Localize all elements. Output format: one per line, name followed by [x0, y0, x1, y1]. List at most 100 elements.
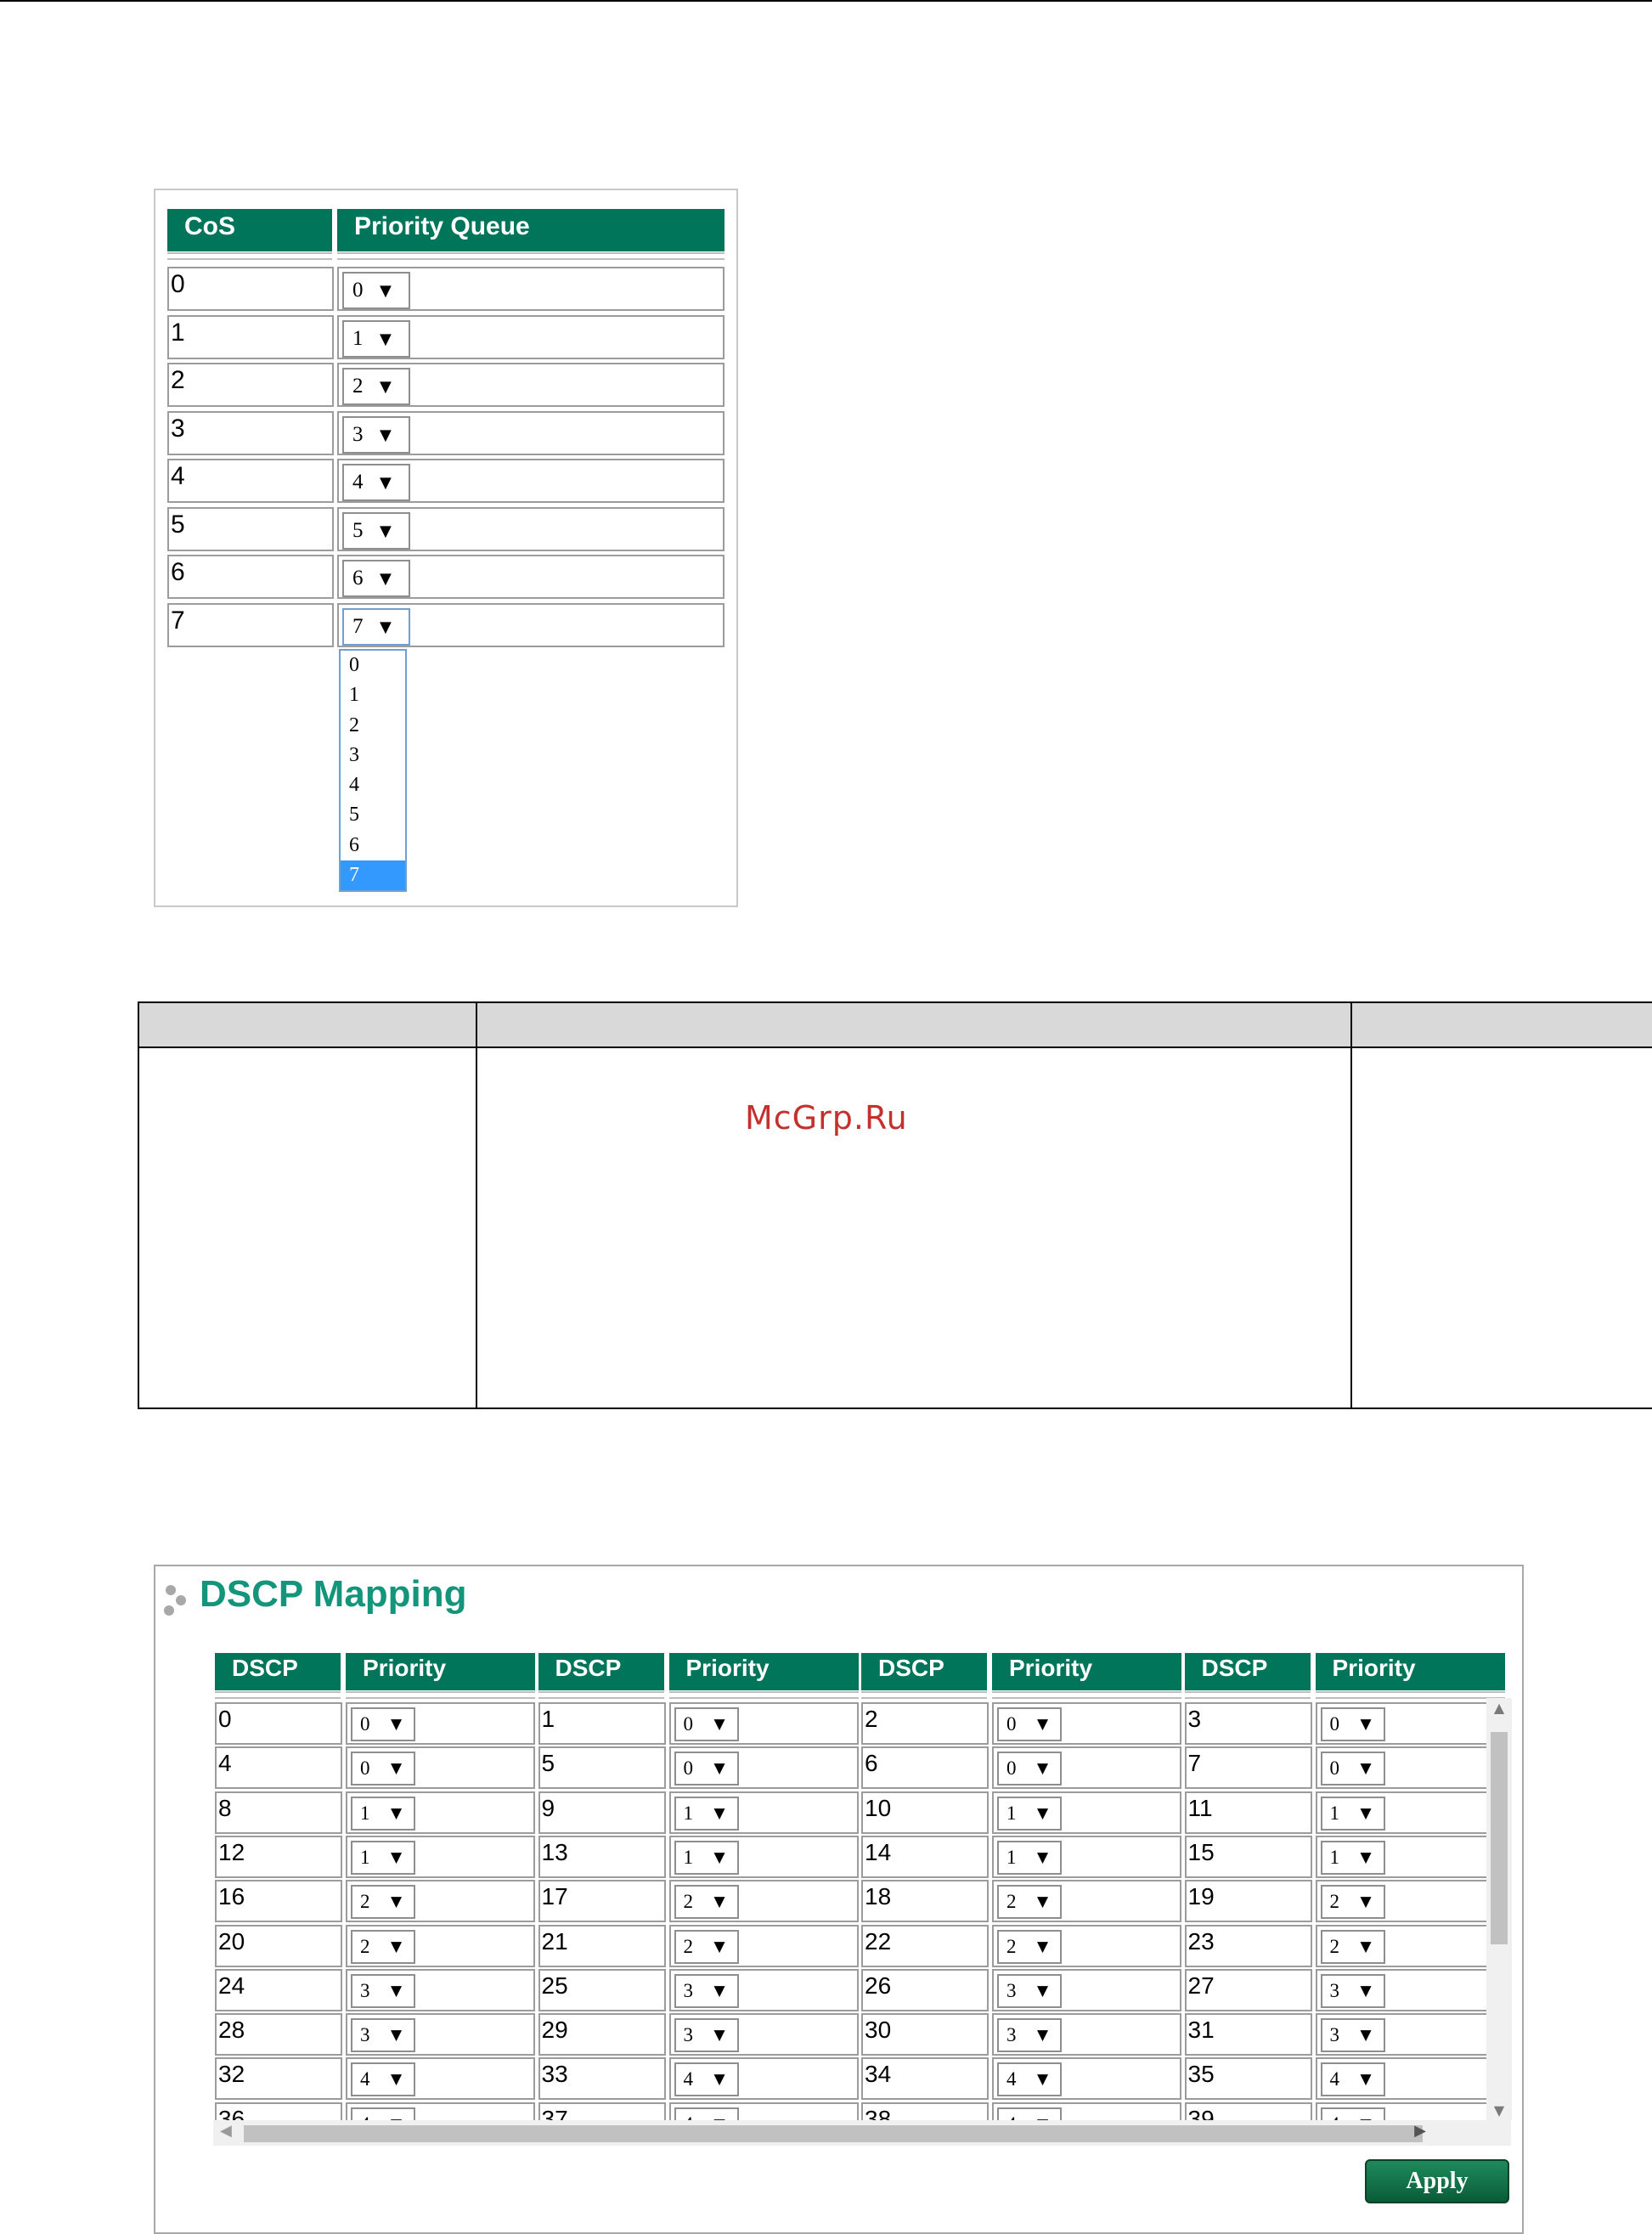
dscp-priority-select[interactable]: 0 ▼ [1320, 1707, 1385, 1741]
dropdown-option[interactable]: 7 [341, 860, 405, 891]
horizontal-scrollbar[interactable]: ◀ ▶ [213, 2120, 1511, 2146]
dscp-priority-select[interactable]: 0 ▼ [674, 1707, 739, 1741]
scroll-down-icon[interactable]: ▼ [1486, 2102, 1512, 2118]
column-header-dscp: DSCP [861, 1653, 987, 1699]
dscp-priority-select[interactable]: 2 ▼ [1320, 1929, 1385, 1964]
dscp-priority-select[interactable]: 1 ▼ [674, 1796, 739, 1831]
dscp-priority-select[interactable]: 1 ▼ [997, 1796, 1062, 1831]
dscp-priority-select[interactable]: 3 ▼ [997, 2018, 1062, 2053]
dscp-value-cell: 25 [538, 1968, 666, 2011]
dscp-priority-select[interactable]: 2 ▼ [997, 1885, 1062, 1920]
dropdown-option[interactable]: 3 [341, 741, 405, 770]
dscp-priority-select[interactable]: 2 ▼ [1320, 1885, 1385, 1920]
dscp-priority-select[interactable]: 2 ▼ [997, 1929, 1062, 1964]
dscp-priority-select[interactable]: 3 ▼ [674, 1973, 739, 2008]
horizontal-scroll-thumb[interactable] [244, 2125, 1423, 2142]
select-value: 0 [683, 1757, 694, 1780]
scroll-left-icon[interactable]: ◀ [220, 2122, 232, 2140]
dscp-priority-select[interactable]: 3 ▼ [1320, 2018, 1385, 2053]
dscp-value-cell: 26 [861, 1968, 989, 2011]
select-value: 0 [360, 1713, 370, 1735]
column-header-dscp: DSCP [215, 1653, 341, 1699]
dscp-priority-select[interactable]: 0 ▼ [997, 1752, 1062, 1786]
dscp-priority-select[interactable]: 0 ▼ [1320, 1752, 1385, 1786]
select-value: 4 [360, 2113, 370, 2120]
dscp-priority-select[interactable]: 3 ▼ [674, 2018, 739, 2053]
priority-queue-select[interactable]: 6 ▼ [342, 560, 410, 597]
dropdown-option[interactable]: 6 [341, 831, 405, 860]
chevron-down-icon: ▼ [713, 1938, 725, 1955]
dscp-priority-select[interactable]: 2 ▼ [674, 1929, 739, 1964]
chevron-down-icon: ▼ [713, 1760, 725, 1778]
priority-queue-select[interactable]: 7 ▼ [342, 607, 410, 646]
scroll-right-icon[interactable]: ▶ [1414, 2122, 1426, 2140]
dscp-priority-select[interactable]: 2 ▼ [674, 1885, 739, 1920]
dscp-priority-select[interactable]: 1 ▼ [1320, 1796, 1385, 1831]
dscp-priority-cell: 0 ▼ [346, 1702, 535, 1745]
scroll-up-icon[interactable]: ▲ [1486, 1700, 1512, 1716]
dscp-priority-cell: 4▼ [668, 2101, 859, 2120]
dscp-value-cell: 38 [861, 2101, 989, 2120]
cos-value-cell: 4 [167, 459, 334, 503]
dscp-priority-select[interactable]: 4▼ [997, 2107, 1062, 2120]
dscp-priority-select[interactable]: 1 ▼ [351, 1796, 415, 1831]
select-value: 2 [683, 1891, 694, 1913]
chevron-down-icon: ▼ [1037, 1760, 1049, 1778]
select-value: 2 [1006, 1891, 1017, 1913]
priority-queue-select[interactable]: 0 ▼ [342, 272, 410, 309]
priority-queue-select[interactable]: 4 ▼ [342, 464, 410, 501]
dscp-priority-select[interactable]: 3 ▼ [1320, 1973, 1385, 2008]
dscp-priority-select[interactable]: 4▼ [997, 2062, 1062, 2097]
dscp-priority-select[interactable]: 3 ▼ [351, 2018, 415, 2053]
chevron-down-icon: ▼ [391, 1848, 403, 1866]
select-value: 5 [352, 518, 364, 542]
select-value: 2 [683, 1935, 694, 1957]
dscp-priority-cell: 4▼ [346, 2101, 535, 2120]
dscp-priority-select[interactable]: 3 ▼ [351, 1973, 415, 2008]
dscp-priority-cell: 3 ▼ [992, 2013, 1181, 2056]
priority-queue-dropdown-list[interactable]: 01234567 [339, 649, 407, 892]
chevron-down-icon: ▼ [391, 1893, 403, 1911]
dscp-priority-select[interactable]: 2 ▼ [351, 1885, 415, 1920]
column-header-cos: CoS [167, 209, 332, 260]
dscp-priority-select[interactable]: 0 ▼ [997, 1707, 1062, 1741]
vertical-scrollbar[interactable]: ▲ ▼ [1486, 1698, 1512, 2120]
dropdown-option[interactable]: 1 [341, 680, 405, 710]
dscp-priority-select[interactable]: 4▼ [1320, 2107, 1385, 2120]
priority-queue-select[interactable]: 2 ▼ [342, 368, 410, 405]
dropdown-option[interactable]: 5 [341, 800, 405, 830]
dropdown-option[interactable]: 2 [341, 711, 405, 741]
priority-queue-select[interactable]: 5 ▼ [342, 511, 410, 550]
select-value: 4 [1006, 2068, 1017, 2090]
chevron-down-icon: ▼ [391, 1716, 403, 1733]
priority-queue-cell: 7 ▼ [337, 602, 725, 647]
dscp-priority-cell: 1 ▼ [668, 1835, 859, 1878]
dscp-priority-select[interactable]: 4▼ [674, 2107, 739, 2120]
dscp-value-cell: 19 [1184, 1880, 1312, 1923]
description-table [138, 1001, 1652, 1409]
dscp-priority-select[interactable]: 4▼ [674, 2062, 739, 2097]
dropdown-option[interactable]: 0 [341, 651, 405, 680]
dscp-priority-select[interactable]: 0 ▼ [351, 1752, 415, 1786]
dscp-priority-cell: 2 ▼ [992, 1924, 1181, 1967]
vertical-scroll-thumb[interactable] [1491, 1732, 1508, 1944]
dscp-priority-select[interactable]: 4▼ [351, 2062, 415, 2097]
dscp-priority-select[interactable]: 4▼ [1320, 2062, 1385, 2097]
dscp-priority-select[interactable]: 0 ▼ [674, 1752, 739, 1786]
apply-button[interactable]: Apply [1365, 2159, 1509, 2203]
dscp-priority-select[interactable]: 1 ▼ [351, 1840, 415, 1875]
dscp-priority-select[interactable]: 4▼ [351, 2107, 415, 2120]
table-border-left [138, 1001, 139, 1409]
priority-queue-select[interactable]: 1 ▼ [342, 319, 410, 358]
dscp-priority-select[interactable]: 1 ▼ [1320, 1840, 1385, 1875]
dscp-priority-select[interactable]: 2 ▼ [351, 1929, 415, 1964]
dscp-priority-select[interactable]: 0 ▼ [351, 1707, 415, 1741]
dscp-priority-select[interactable]: 1 ▼ [674, 1840, 739, 1875]
dscp-priority-select[interactable]: 1 ▼ [997, 1840, 1062, 1875]
cos-value-cell: 6 [167, 555, 334, 599]
select-value: 3 [683, 2024, 694, 2046]
dscp-priority-cell: 2 ▼ [992, 1880, 1181, 1923]
priority-queue-select[interactable]: 3 ▼ [342, 415, 410, 454]
dropdown-option[interactable]: 4 [341, 770, 405, 800]
dscp-priority-select[interactable]: 3 ▼ [997, 1973, 1062, 2008]
